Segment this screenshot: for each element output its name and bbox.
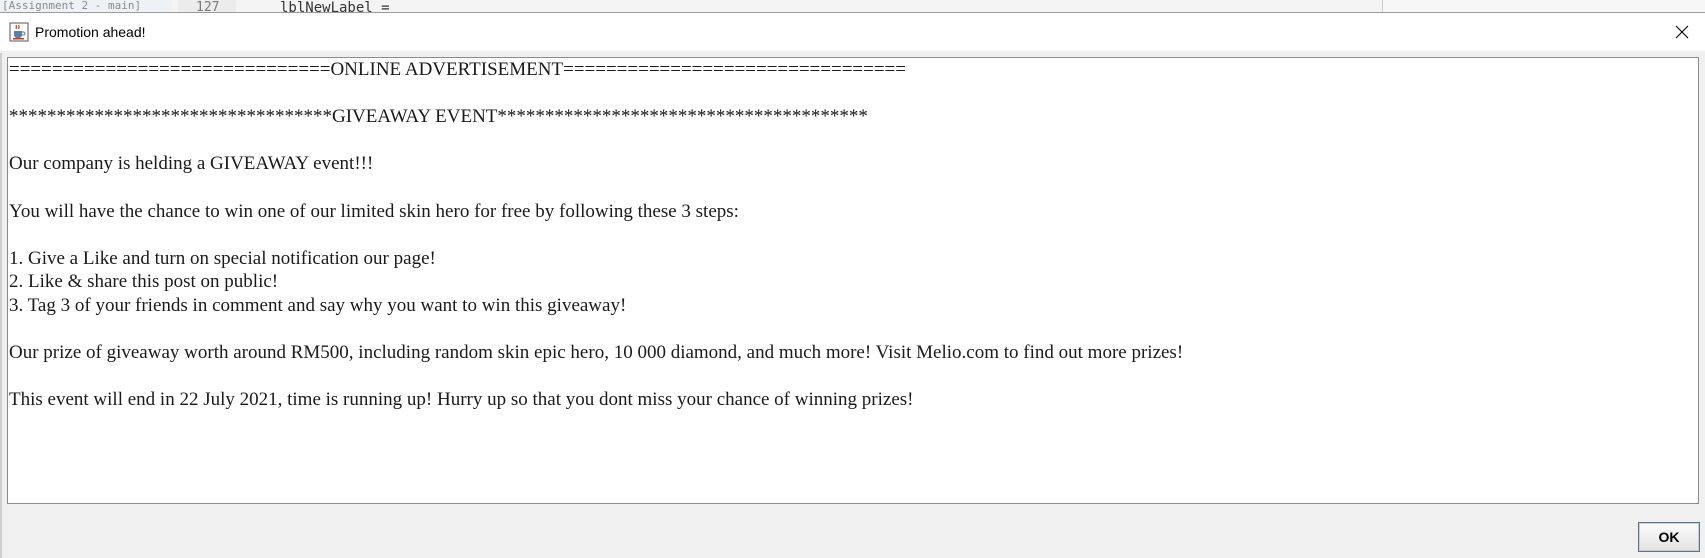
background-ide-window: [Assignment 2 - main] 127 lblNewLabel = bbox=[0, 0, 1705, 12]
close-button[interactable] bbox=[1659, 13, 1705, 51]
message-line: ==============================ONLINE ADV… bbox=[9, 59, 906, 80]
message-line: 3. Tag 3 of your friends in comment and … bbox=[9, 294, 627, 316]
screen: [Assignment 2 - main] 127 lblNewLabel = … bbox=[0, 0, 1705, 558]
message-dialog: Promotion ahead! =======================… bbox=[0, 12, 1705, 558]
message-line: 1. Give a Like and turn on special notif… bbox=[9, 247, 436, 269]
message-line: Our company is helding a GIVEAWAY event!… bbox=[9, 153, 374, 175]
message-text-area[interactable]: ==============================ONLINE ADV… bbox=[7, 57, 1699, 504]
background-side-panel bbox=[1382, 0, 1705, 12]
message-line: 2. Like & share this post on public! bbox=[9, 271, 279, 293]
message-line: This event will end in 22 July 2021, tim… bbox=[9, 389, 914, 411]
background-project-label: [Assignment 2 - main] bbox=[0, 0, 172, 12]
message-line: Our prize of giveaway worth around RM500… bbox=[9, 342, 1184, 364]
dialog-titlebar[interactable]: Promotion ahead! bbox=[0, 13, 1705, 51]
background-code-line: lblNewLabel = bbox=[280, 0, 390, 12]
ok-button[interactable]: OK bbox=[1638, 522, 1700, 552]
message-line: **********************************GIVEAW… bbox=[9, 106, 868, 128]
background-line-number: 127 bbox=[178, 0, 236, 12]
java-coffee-cup-icon bbox=[9, 22, 29, 42]
message-line: You will have the chance to win one of o… bbox=[9, 200, 739, 222]
dialog-title: Promotion ahead! bbox=[35, 24, 146, 40]
message-body: ==============================ONLINE ADV… bbox=[8, 58, 1698, 412]
dialog-left-border bbox=[0, 53, 2, 558]
close-icon bbox=[1675, 25, 1689, 39]
